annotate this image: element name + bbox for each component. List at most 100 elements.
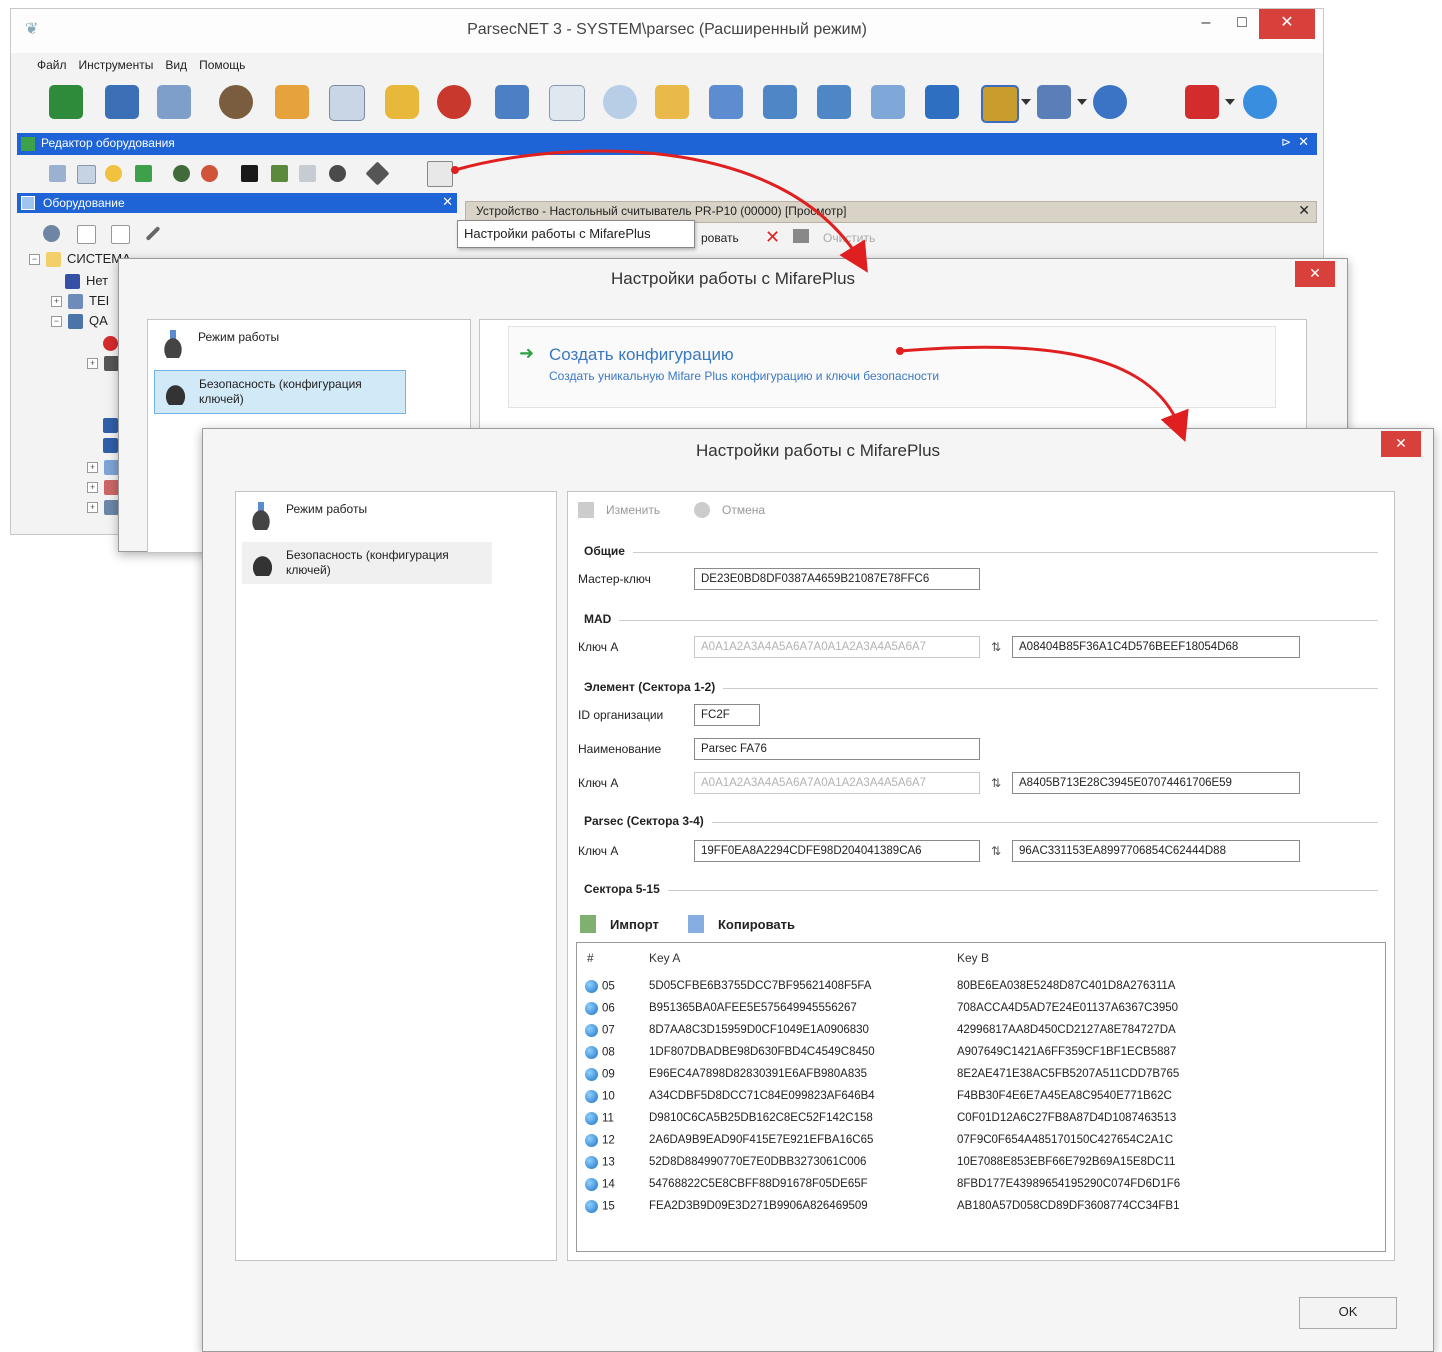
plugin-icon[interactable] bbox=[1037, 85, 1071, 119]
bar-chart-icon[interactable] bbox=[763, 85, 797, 119]
hardware-close-icon[interactable]: ✕ bbox=[442, 194, 453, 210]
sector-key-a: E96EC4A7898D82830391E6AFB980A835 bbox=[649, 1068, 868, 1080]
nav-item-mode[interactable]: Режим работы bbox=[154, 324, 404, 366]
door-icon[interactable] bbox=[981, 85, 1019, 123]
tree-item-system[interactable]: − СИСТЕМА bbox=[29, 249, 131, 269]
menu-help[interactable]: Помощь bbox=[193, 53, 251, 77]
tree-item[interactable]: Нет bbox=[65, 271, 108, 291]
tree-item[interactable]: − QA bbox=[51, 311, 108, 331]
parsec-key-b-field[interactable]: 96AC331153EA8997706854C62444D88 bbox=[1012, 840, 1300, 862]
table-row[interactable]: 14 54768822C5E8CBFF88D91678F05DE65F 8FBD17… bbox=[577, 1175, 1377, 1197]
board-icon[interactable] bbox=[271, 165, 288, 182]
close-button[interactable]: ✕ bbox=[1259, 9, 1315, 39]
nav-item-security[interactable]: Безопасность (конфигурация ключей) bbox=[242, 542, 492, 584]
grid-icon[interactable] bbox=[105, 85, 139, 119]
create-config-title[interactable]: Создать конфигурацию bbox=[549, 345, 734, 365]
help-icon[interactable] bbox=[1243, 85, 1277, 119]
calendar-50-icon[interactable] bbox=[925, 85, 959, 119]
dialog-close-button[interactable]: ✕ bbox=[1295, 261, 1335, 287]
element-key-b-field[interactable]: A8405B713E28C3945E07074461706E59 bbox=[1012, 772, 1300, 794]
chevron-down-icon[interactable] bbox=[1021, 99, 1031, 105]
sector-icon bbox=[585, 1002, 598, 1015]
dialog-close-button[interactable]: ✕ bbox=[1381, 431, 1421, 457]
chevron-down-icon[interactable] bbox=[1225, 99, 1235, 105]
hardware-board-icon[interactable] bbox=[49, 85, 83, 119]
menu-tools[interactable]: Инструменты bbox=[73, 53, 160, 77]
security-card-icon bbox=[246, 548, 276, 576]
mifare-settings-icon[interactable] bbox=[427, 161, 453, 187]
pen-icon[interactable] bbox=[365, 161, 390, 186]
create-config-link[interactable]: ➜ Создать конфигурацию Создать уникальну… bbox=[508, 326, 1276, 408]
name-field[interactable]: Parsec FA76 bbox=[694, 738, 980, 760]
cancel-button[interactable]: Отмена bbox=[722, 503, 765, 517]
menu-file[interactable]: Файл bbox=[31, 53, 73, 77]
report-icon[interactable] bbox=[655, 85, 689, 119]
calendar-icon[interactable] bbox=[329, 85, 365, 121]
sector-key-b: A907649C1421A6FF359CF1BF1ECB5887 bbox=[957, 1046, 1177, 1058]
nav-item-security[interactable]: Безопасность (конфигурация ключей) bbox=[154, 370, 406, 414]
save-button[interactable]: ровать bbox=[701, 231, 739, 245]
clear-button[interactable]: Очистить bbox=[823, 231, 875, 245]
org-id-field[interactable]: FC2F bbox=[694, 704, 760, 726]
schedule-icon[interactable] bbox=[549, 85, 585, 121]
location-icon[interactable] bbox=[173, 165, 190, 182]
collapse-icon[interactable] bbox=[111, 225, 130, 244]
mad-key-b-field[interactable]: A08404B85F36A1C4D576BEEF18054D68 bbox=[1012, 636, 1300, 658]
table-row[interactable]: 13 52D8D884990770E7E0DBB3273061C006 10E708… bbox=[577, 1153, 1377, 1175]
edit-button[interactable]: Изменить bbox=[606, 503, 660, 517]
globe-icon[interactable] bbox=[603, 85, 637, 119]
nav-item-mode[interactable]: Режим работы bbox=[242, 496, 492, 538]
table-row[interactable]: 10 A34CDBF5D8DCC71C84E099823AF646B4 F4BB30… bbox=[577, 1087, 1377, 1109]
group-icon[interactable] bbox=[201, 165, 218, 182]
table-icon[interactable] bbox=[77, 165, 96, 184]
doc-icon[interactable] bbox=[49, 165, 66, 182]
tool-icon[interactable] bbox=[145, 226, 161, 241]
maximize-button[interactable]: □ bbox=[1227, 9, 1257, 39]
chevron-down-icon[interactable] bbox=[1077, 99, 1087, 105]
card-icon[interactable] bbox=[299, 165, 316, 182]
table-row[interactable]: 06 B951365BA0AFEE5E575649945556267 708ACCA… bbox=[577, 999, 1377, 1021]
copy-button[interactable]: Копировать bbox=[718, 917, 795, 932]
user-key-icon[interactable] bbox=[1093, 85, 1127, 119]
table-row[interactable]: 15 FEA2D3B9D09E3D271B9906A826469509 AB180A… bbox=[577, 1197, 1377, 1219]
lock-icon[interactable] bbox=[385, 85, 419, 119]
computer-icon[interactable] bbox=[495, 85, 529, 119]
table-row[interactable]: 11 D9810C6CA5B25DB162C8EC52F142C158 C0F01D… bbox=[577, 1109, 1377, 1131]
table-row[interactable]: 07 8D7AA8C3D15959D0CF1049E1A0906830 429968… bbox=[577, 1021, 1377, 1043]
bar-chart-2-icon[interactable] bbox=[817, 85, 851, 119]
menu-view[interactable]: Вид bbox=[159, 53, 193, 77]
table-row[interactable]: 08 1DF807DBADBE98D630FBD4C4549C8450 A90764… bbox=[577, 1043, 1377, 1065]
sector-key-b: 8FBD177E43989654195290C074FD6D1F6 bbox=[957, 1178, 1181, 1190]
person-icon[interactable] bbox=[219, 85, 253, 119]
security-card-icon bbox=[159, 377, 189, 405]
minimize-button[interactable]: – bbox=[1191, 9, 1221, 39]
terminal-icon[interactable] bbox=[241, 165, 258, 182]
user-icon[interactable] bbox=[329, 165, 346, 182]
parsec-key-a-field[interactable]: 19FF0EA8A2294CDFE98D204041389CA6 bbox=[694, 840, 980, 862]
chart-report-icon[interactable] bbox=[709, 85, 743, 119]
monitor-icon[interactable] bbox=[871, 85, 905, 119]
master-key-field[interactable]: DE23E0BD8DF0387A4659B21087E78FFC6 bbox=[694, 568, 980, 590]
device-tab-close-icon[interactable]: ✕ bbox=[1298, 202, 1310, 219]
editor-close-icon[interactable]: ✕ bbox=[1298, 134, 1309, 150]
add-node-icon[interactable] bbox=[43, 225, 60, 242]
expand-icon[interactable] bbox=[77, 225, 96, 244]
network-icon[interactable] bbox=[157, 85, 191, 119]
table-row[interactable]: 09 E96EC4A7898D82830391E6AFB980A835 8E2AE4… bbox=[577, 1065, 1377, 1087]
stop-icon bbox=[103, 336, 118, 352]
star-icon[interactable] bbox=[105, 165, 122, 182]
tree-item[interactable]: + TEI bbox=[51, 291, 109, 311]
import-button[interactable]: Импорт bbox=[610, 917, 659, 932]
table-row[interactable]: 05 5D05CFBE6B3755DCC7BF95621408F5FA 80BE6E… bbox=[577, 977, 1377, 999]
table-row[interactable]: 12 2A6DA9B9EAD90F415E7E921EFBA16C65 07F9C0… bbox=[577, 1131, 1377, 1153]
main-toolbar bbox=[25, 79, 1315, 133]
cube-icon[interactable] bbox=[275, 85, 309, 119]
ok-button[interactable]: OK bbox=[1299, 1297, 1397, 1329]
sectors-table[interactable]: # Key A Key B 05 5D05CFBE6B3755DCC7BF9562… bbox=[576, 942, 1386, 1252]
pin-icon[interactable]: ⊳ bbox=[1281, 135, 1291, 149]
users-icon[interactable] bbox=[437, 85, 471, 119]
exit-icon[interactable] bbox=[1185, 85, 1219, 119]
play-icon[interactable] bbox=[135, 165, 152, 182]
delete-button[interactable]: ✕ bbox=[765, 227, 780, 248]
element-key-a-field: A0A1A2A3A4A5A6A7A0A1A2A3A4A5A6A7 bbox=[694, 772, 980, 794]
